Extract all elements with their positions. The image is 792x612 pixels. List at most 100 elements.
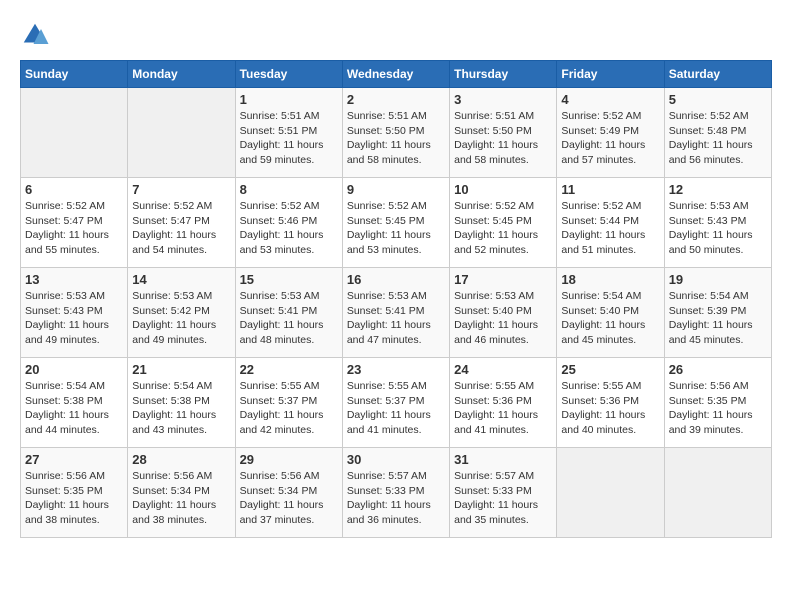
calendar-table: SundayMondayTuesdayWednesdayThursdayFrid… (20, 60, 772, 538)
calendar-cell: 21 Sunrise: 5:54 AM Sunset: 5:38 PM Dayli… (128, 358, 235, 448)
calendar-cell (128, 88, 235, 178)
calendar-week-5: 27 Sunrise: 5:56 AM Sunset: 5:35 PM Dayli… (21, 448, 772, 538)
calendar-cell: 8 Sunrise: 5:52 AM Sunset: 5:46 PM Daylig… (235, 178, 342, 268)
day-info: Sunrise: 5:54 AM Sunset: 5:38 PM Dayligh… (25, 379, 123, 438)
calendar-cell: 2 Sunrise: 5:51 AM Sunset: 5:50 PM Daylig… (342, 88, 449, 178)
calendar-week-3: 13Sunrise: 5:53 AM Sunset: 5:43 PM Dayli… (21, 268, 772, 358)
calendar-cell: 26Sunrise: 5:56 AM Sunset: 5:35 PM Dayli… (664, 358, 771, 448)
day-number: 10 (454, 182, 552, 197)
day-number: 1 (240, 92, 338, 107)
day-info: Sunrise: 5:53 AM Sunset: 5:41 PM Dayligh… (347, 289, 445, 348)
calendar-cell: 23 Sunrise: 5:55 AM Sunset: 5:37 PM Dayli… (342, 358, 449, 448)
calendar-cell: 28 Sunrise: 5:56 AM Sunset: 5:34 PM Dayli… (128, 448, 235, 538)
day-info: Sunrise: 5:51 AM Sunset: 5:50 PM Dayligh… (347, 109, 445, 168)
day-number: 17 (454, 272, 552, 287)
day-info: Sunrise: 5:56 AM Sunset: 5:34 PM Dayligh… (132, 469, 230, 528)
calendar-cell: 20 Sunrise: 5:54 AM Sunset: 5:38 PM Dayli… (21, 358, 128, 448)
day-header-monday: Monday (128, 61, 235, 88)
calendar-cell (21, 88, 128, 178)
day-number: 13 (25, 272, 123, 287)
day-number: 6 (25, 182, 123, 197)
calendar-cell: 17 Sunrise: 5:53 AM Sunset: 5:40 PM Dayli… (450, 268, 557, 358)
calendar-cell: 14 Sunrise: 5:53 AM Sunset: 5:42 PM Dayli… (128, 268, 235, 358)
calendar-cell: 10 Sunrise: 5:52 AM Sunset: 5:45 PM Dayli… (450, 178, 557, 268)
day-info: Sunrise: 5:51 AM Sunset: 5:50 PM Dayligh… (454, 109, 552, 168)
day-number: 24 (454, 362, 552, 377)
day-number: 30 (347, 452, 445, 467)
day-info: Sunrise: 5:51 AM Sunset: 5:51 PM Dayligh… (240, 109, 338, 168)
calendar-cell: 7Sunrise: 5:52 AM Sunset: 5:47 PM Daylig… (128, 178, 235, 268)
calendar-cell: 1 Sunrise: 5:51 AM Sunset: 5:51 PM Daylig… (235, 88, 342, 178)
day-info: Sunrise: 5:54 AM Sunset: 5:39 PM Dayligh… (669, 289, 767, 348)
day-header-wednesday: Wednesday (342, 61, 449, 88)
day-number: 3 (454, 92, 552, 107)
day-number: 11 (561, 182, 659, 197)
day-number: 2 (347, 92, 445, 107)
day-info: Sunrise: 5:56 AM Sunset: 5:35 PM Dayligh… (25, 469, 123, 528)
calendar-header: SundayMondayTuesdayWednesdayThursdayFrid… (21, 61, 772, 88)
day-header-sunday: Sunday (21, 61, 128, 88)
day-number: 9 (347, 182, 445, 197)
calendar-cell: 24 Sunrise: 5:55 AM Sunset: 5:36 PM Dayli… (450, 358, 557, 448)
day-info: Sunrise: 5:55 AM Sunset: 5:37 PM Dayligh… (240, 379, 338, 438)
day-number: 8 (240, 182, 338, 197)
day-number: 14 (132, 272, 230, 287)
day-info: Sunrise: 5:53 AM Sunset: 5:40 PM Dayligh… (454, 289, 552, 348)
day-number: 21 (132, 362, 230, 377)
calendar-cell (664, 448, 771, 538)
day-header-tuesday: Tuesday (235, 61, 342, 88)
calendar-week-2: 6Sunrise: 5:52 AM Sunset: 5:47 PM Daylig… (21, 178, 772, 268)
day-number: 27 (25, 452, 123, 467)
calendar-cell: 12 Sunrise: 5:53 AM Sunset: 5:43 PM Dayli… (664, 178, 771, 268)
day-number: 5 (669, 92, 767, 107)
calendar-cell: 19 Sunrise: 5:54 AM Sunset: 5:39 PM Dayli… (664, 268, 771, 358)
day-info: Sunrise: 5:53 AM Sunset: 5:41 PM Dayligh… (240, 289, 338, 348)
day-info: Sunrise: 5:53 AM Sunset: 5:42 PM Dayligh… (132, 289, 230, 348)
calendar-cell: 11Sunrise: 5:52 AM Sunset: 5:44 PM Dayli… (557, 178, 664, 268)
calendar-cell: 22Sunrise: 5:55 AM Sunset: 5:37 PM Dayli… (235, 358, 342, 448)
page-header (20, 20, 772, 50)
header-row: SundayMondayTuesdayWednesdayThursdayFrid… (21, 61, 772, 88)
day-number: 25 (561, 362, 659, 377)
calendar-cell: 31Sunrise: 5:57 AM Sunset: 5:33 PM Dayli… (450, 448, 557, 538)
day-info: Sunrise: 5:54 AM Sunset: 5:38 PM Dayligh… (132, 379, 230, 438)
day-number: 29 (240, 452, 338, 467)
calendar-cell: 5 Sunrise: 5:52 AM Sunset: 5:48 PM Daylig… (664, 88, 771, 178)
calendar-cell: 15Sunrise: 5:53 AM Sunset: 5:41 PM Dayli… (235, 268, 342, 358)
day-number: 16 (347, 272, 445, 287)
day-info: Sunrise: 5:55 AM Sunset: 5:37 PM Dayligh… (347, 379, 445, 438)
day-number: 28 (132, 452, 230, 467)
calendar-cell: 25 Sunrise: 5:55 AM Sunset: 5:36 PM Dayli… (557, 358, 664, 448)
day-number: 7 (132, 182, 230, 197)
calendar-cell: 30Sunrise: 5:57 AM Sunset: 5:33 PM Dayli… (342, 448, 449, 538)
day-number: 18 (561, 272, 659, 287)
day-info: Sunrise: 5:57 AM Sunset: 5:33 PM Dayligh… (454, 469, 552, 528)
day-info: Sunrise: 5:52 AM Sunset: 5:45 PM Dayligh… (454, 199, 552, 258)
day-info: Sunrise: 5:55 AM Sunset: 5:36 PM Dayligh… (561, 379, 659, 438)
calendar-week-4: 20 Sunrise: 5:54 AM Sunset: 5:38 PM Dayli… (21, 358, 772, 448)
day-info: Sunrise: 5:52 AM Sunset: 5:46 PM Dayligh… (240, 199, 338, 258)
day-info: Sunrise: 5:52 AM Sunset: 5:49 PM Dayligh… (561, 109, 659, 168)
day-info: Sunrise: 5:55 AM Sunset: 5:36 PM Dayligh… (454, 379, 552, 438)
calendar-cell: 27 Sunrise: 5:56 AM Sunset: 5:35 PM Dayli… (21, 448, 128, 538)
day-header-thursday: Thursday (450, 61, 557, 88)
day-info: Sunrise: 5:56 AM Sunset: 5:35 PM Dayligh… (669, 379, 767, 438)
day-header-saturday: Saturday (664, 61, 771, 88)
logo (20, 20, 54, 50)
calendar-cell: 6Sunrise: 5:52 AM Sunset: 5:47 PM Daylig… (21, 178, 128, 268)
calendar-cell: 18 Sunrise: 5:54 AM Sunset: 5:40 PM Dayli… (557, 268, 664, 358)
day-info: Sunrise: 5:56 AM Sunset: 5:34 PM Dayligh… (240, 469, 338, 528)
day-number: 19 (669, 272, 767, 287)
calendar-cell: 16 Sunrise: 5:53 AM Sunset: 5:41 PM Dayli… (342, 268, 449, 358)
calendar-cell (557, 448, 664, 538)
calendar-cell: 13Sunrise: 5:53 AM Sunset: 5:43 PM Dayli… (21, 268, 128, 358)
day-number: 20 (25, 362, 123, 377)
logo-icon (20, 20, 50, 50)
day-info: Sunrise: 5:52 AM Sunset: 5:45 PM Dayligh… (347, 199, 445, 258)
day-number: 12 (669, 182, 767, 197)
day-number: 23 (347, 362, 445, 377)
day-info: Sunrise: 5:52 AM Sunset: 5:48 PM Dayligh… (669, 109, 767, 168)
day-info: Sunrise: 5:53 AM Sunset: 5:43 PM Dayligh… (669, 199, 767, 258)
calendar-cell: 3 Sunrise: 5:51 AM Sunset: 5:50 PM Daylig… (450, 88, 557, 178)
day-info: Sunrise: 5:54 AM Sunset: 5:40 PM Dayligh… (561, 289, 659, 348)
